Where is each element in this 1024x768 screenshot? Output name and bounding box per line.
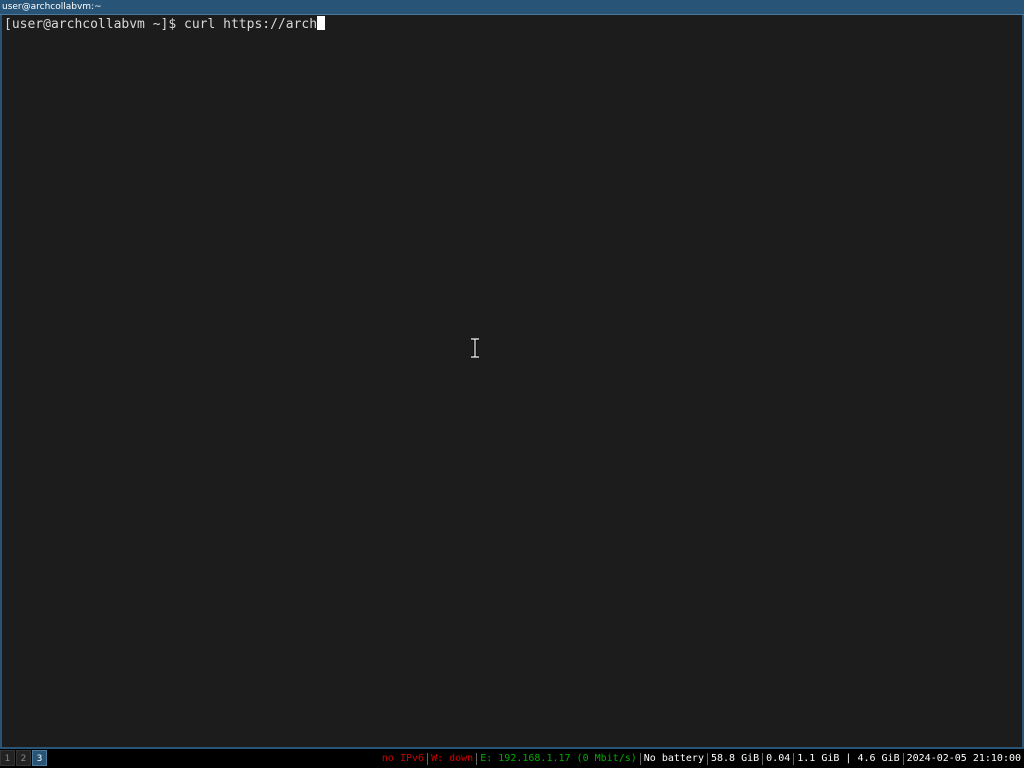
workspace-button-1[interactable]: 1 [0,750,15,766]
ipv6-status: no IPv6 [381,753,425,764]
workspace-button-3[interactable]: 3 [32,750,47,766]
load-status: 0.04 [766,753,791,764]
window-title: user@archcollabvm:~ [2,2,102,12]
terminal-window[interactable]: [user@archcollabvm ~]$ curl https://arch [0,15,1024,749]
i3-status-bar: 1 2 3 no IPv6 W: down E: 192.168.1.17 (0… [0,749,1024,768]
command-input[interactable]: curl https://arch [184,17,317,32]
clock: 2024-02-05 21:10:00 [906,753,1021,764]
memory-status: 1.1 GiB | 4.6 GiB [797,753,900,764]
shell-prompt: [user@archcollabvm ~]$ [4,17,185,32]
desktop: user@archcollabvm:~ [user@archcollabvm ~… [0,0,1024,768]
text-cursor [317,16,326,30]
workspace-list: 1 2 3 [0,750,47,766]
ethernet-status: E: 192.168.1.17 (0 Mbit/s) [480,753,637,764]
terminal-prompt-line[interactable]: [user@archcollabvm ~]$ curl https://arch [4,16,326,32]
battery-status: No battery [643,753,704,764]
window-title-bar[interactable]: user@archcollabvm:~ [0,0,1024,15]
ibeam-cursor-icon [471,338,479,358]
wifi-status: W: down [431,753,474,764]
disk-status: 58.8 GiB [710,753,760,764]
status-blocks: no IPv6 W: down E: 192.168.1.17 (0 Mbit/… [379,749,1024,768]
workspace-button-2[interactable]: 2 [16,750,31,766]
